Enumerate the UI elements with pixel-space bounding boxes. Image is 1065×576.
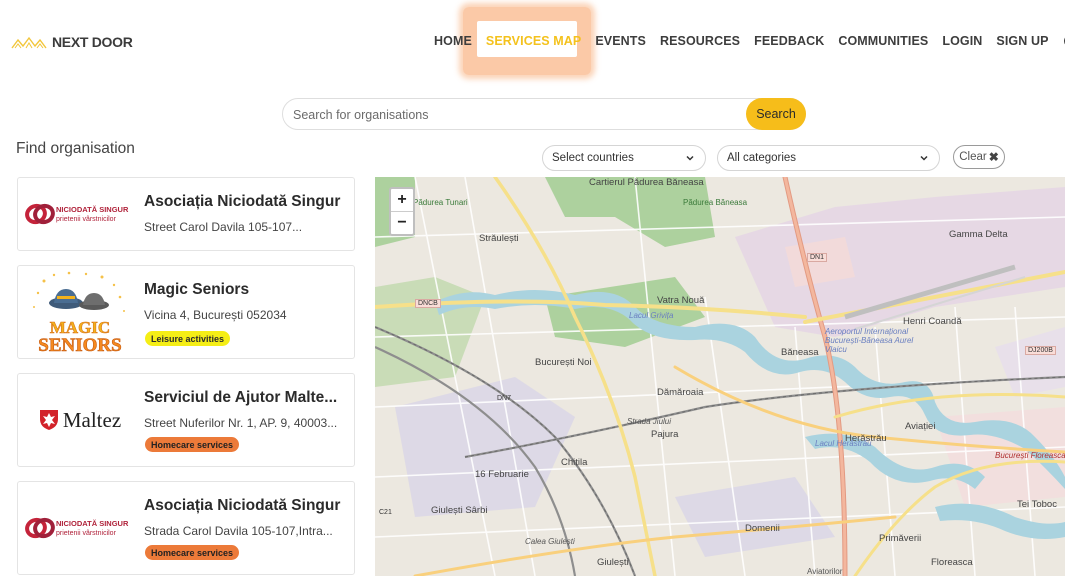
nav-events[interactable]: EVENTS	[595, 34, 646, 48]
map-label: 16 Februarie	[475, 469, 529, 480]
svg-text:prietenii vârstnicilor: prietenii vârstnicilor	[56, 216, 117, 223]
search-button[interactable]: Search	[746, 98, 806, 130]
magic-seniors-logo: MAGIC SENIORS	[22, 266, 138, 358]
card-address: Vicina 4, București 052034	[144, 308, 287, 322]
zoom-in-button[interactable]: +	[391, 189, 413, 211]
organisation-card[interactable]: NICIODATĂ SINGUR prietenii vârstnicilor …	[17, 177, 355, 251]
road-shield: DNCB	[415, 299, 441, 308]
map-label: Primăverii	[879, 533, 922, 544]
nav-login[interactable]: LOGIN	[942, 34, 982, 48]
zoom-out-button[interactable]: −	[391, 211, 413, 234]
organisation-card[interactable]: MAGIC SENIORS Magic Seniors Vicina 4, Bu…	[17, 265, 355, 359]
map-label: Cartierul Pădurea Băneasa	[589, 177, 704, 188]
categories-select[interactable]: All categories	[717, 145, 940, 171]
card-address: Street Carol Davila 105-107...	[144, 220, 303, 234]
map-label: Chitila	[561, 457, 588, 468]
nav-services-map[interactable]: SERVICES MAP	[486, 34, 581, 48]
niciodata-singur-logo: NICIODATĂ SINGUR prietenii vârstnicilor	[22, 178, 138, 250]
services-map[interactable]: Cartierul Pădurea Băneasa Pădurea Băneas…	[375, 177, 1065, 576]
map-label: Pajura	[651, 429, 679, 440]
map-label: Dămăroaia	[657, 387, 704, 398]
card-name: Serviciul de Ajutor Malte...	[144, 389, 338, 406]
countries-select[interactable]: Select countries	[542, 145, 706, 171]
map-label: Străulești	[479, 233, 519, 244]
card-name: Asociația Niciodată Singur	[144, 497, 341, 514]
map-label: Aviatorilor	[807, 567, 843, 576]
road-shield: DN1	[807, 253, 828, 262]
map-label: Giulești	[597, 557, 629, 568]
card-name: Magic Seniors	[144, 281, 250, 298]
maltese-shield-icon	[39, 410, 58, 430]
chevron-down-icon	[920, 155, 928, 161]
map-label: Vatra Nouă	[657, 295, 705, 306]
map-label: Henri Coandă	[903, 316, 962, 327]
map-label: Domenii	[745, 523, 780, 534]
road-shield: C21	[379, 509, 392, 516]
map-label: Giulești Sârbi	[431, 505, 488, 516]
nav-home[interactable]: HOME	[434, 34, 472, 48]
logo-mark-icon	[11, 36, 47, 49]
map-label: Lacul Grivița	[629, 311, 674, 320]
niciodata-singur-logo: NICIODATĂ SINGUR prietenii vârstnicilor	[22, 482, 138, 574]
map-label: Tei Toboc	[1017, 499, 1057, 510]
search-bar: Search	[282, 98, 806, 131]
organisation-card[interactable]: Maltez Serviciul de Ajutor Malte... Stre…	[17, 373, 355, 467]
map-label: București Noi	[535, 357, 592, 368]
card-address: Strada Carol Davila 105-107,Intra...	[144, 524, 333, 538]
header: NEXT DOOR HOME SERVICES MAP EVENTS RESOU…	[0, 0, 1065, 84]
map-label: Băneasa	[781, 347, 819, 358]
map-label: București Floreasca	[995, 451, 1065, 460]
map-label: Aviației	[905, 421, 936, 432]
category-badge: Homecare services	[145, 437, 240, 452]
logo[interactable]: NEXT DOOR	[10, 34, 133, 50]
svg-text:NICIODATĂ SINGUR: NICIODATĂ SINGUR	[56, 519, 129, 528]
map-label: Aeroportul Internațional București-Bănea…	[825, 327, 914, 354]
map-label: Strada Jiului	[627, 417, 672, 426]
clear-filters-button[interactable]: Clear ✖	[953, 145, 1005, 169]
nav-sign-up[interactable]: SIGN UP	[996, 34, 1048, 48]
map-label: Pădurea Tunari	[413, 198, 468, 207]
card-address: Street Nuferilor Nr. 1, AP. 9, 40003...	[144, 416, 338, 430]
card-name: Asociația Niciodată Singur	[144, 193, 341, 210]
organisation-card[interactable]: NICIODATĂ SINGUR prietenii vârstnicilor …	[17, 481, 355, 575]
svg-text:NICIODATĂ SINGUR: NICIODATĂ SINGUR	[56, 205, 129, 214]
map-label: Pădurea Băneasa	[683, 198, 748, 207]
map-label: Floreasca	[931, 557, 973, 568]
road-shield: DJ200B	[1025, 346, 1056, 355]
countries-select-value: Select countries	[552, 152, 634, 164]
svg-text:prietenii vârstnicilor: prietenii vârstnicilor	[56, 530, 117, 537]
road-shield: DN7	[497, 395, 512, 402]
nav-communities[interactable]: COMMUNITIES	[838, 34, 928, 48]
map-label: Gamma Delta	[949, 229, 1008, 240]
close-icon: ✖	[988, 150, 999, 164]
map-zoom-control: + −	[389, 187, 415, 236]
chevron-down-icon	[686, 155, 694, 161]
maltez-logo: Maltez	[22, 374, 138, 466]
nav-feedback[interactable]: FEEDBACK	[754, 34, 824, 48]
main-nav: HOME SERVICES MAP EVENTS RESOURCES FEEDB…	[434, 34, 1065, 48]
category-badge: Leisure activities	[145, 331, 231, 346]
nav-resources[interactable]: RESOURCES	[660, 34, 740, 48]
categories-select-value: All categories	[727, 152, 797, 164]
category-badge: Homecare services	[145, 545, 240, 560]
map-label: Lacul Herăstrău	[815, 439, 872, 448]
sidebar-title: Find organisation	[16, 140, 135, 157]
clear-label: Clear	[959, 151, 987, 163]
svg-text:SENIORS: SENIORS	[38, 335, 121, 355]
search-input[interactable]	[291, 99, 735, 131]
map-label: Calea Giulești	[525, 537, 575, 546]
logo-text: NEXT DOOR	[52, 34, 133, 50]
